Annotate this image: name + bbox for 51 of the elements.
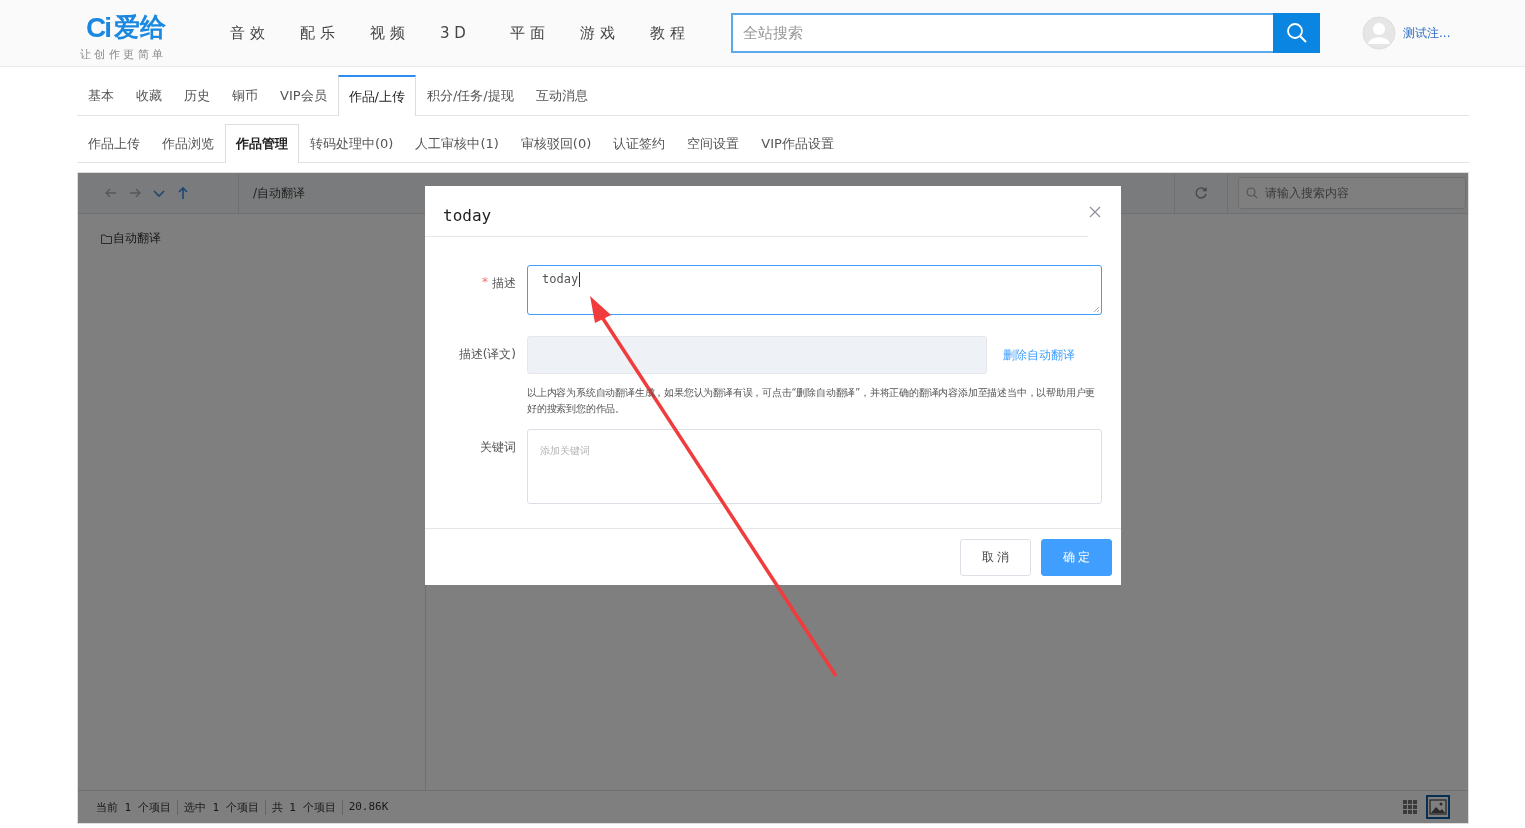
nav-link[interactable]: 游 戏 <box>580 23 617 43</box>
logo-text: 爱给 <box>114 11 166 44</box>
search-field[interactable]: 全站搜索 <box>731 13 1273 53</box>
resize-handle-icon[interactable] <box>1093 306 1100 313</box>
tab[interactable]: 作品管理 <box>225 124 299 163</box>
refresh-icon[interactable] <box>1194 186 1208 200</box>
tab[interactable]: 铜币 <box>221 75 269 116</box>
nav-link[interactable]: 视 频 <box>370 23 407 43</box>
folder-icon <box>101 233 112 244</box>
nav-link[interactable]: 平 面 <box>510 23 547 43</box>
tab[interactable]: VIP作品设置 <box>750 124 845 163</box>
status-text: 当前 1 个项目 <box>96 799 172 815</box>
up-arrow-icon[interactable] <box>176 186 190 200</box>
tab[interactable]: 作品上传 <box>77 124 151 163</box>
search-button[interactable] <box>1273 13 1320 53</box>
tab[interactable]: 作品/上传 <box>337 75 416 116</box>
tab[interactable]: 历史 <box>173 75 221 116</box>
field-label: 关键词 <box>480 439 516 456</box>
close-icon[interactable] <box>1089 206 1101 218</box>
tab[interactable]: 收藏 <box>125 75 173 116</box>
picture-view-button[interactable] <box>1426 795 1450 819</box>
tab[interactable]: 认证签约 <box>602 124 677 163</box>
tab[interactable]: 作品浏览 <box>151 124 225 163</box>
description-field[interactable]: today <box>527 265 1102 315</box>
tab[interactable]: 人工审核中(1) <box>404 124 510 163</box>
dialog-title: today <box>443 205 492 225</box>
tab[interactable]: 基本 <box>77 75 125 116</box>
field-label: 描述(译文) <box>458 346 516 363</box>
cancel-button[interactable]: 取 消 <box>960 538 1031 576</box>
logo-mark: Ci <box>86 11 110 44</box>
status-text: 选中 1 个项目 <box>176 799 265 815</box>
tab[interactable]: 转码处理中(0) <box>299 124 405 163</box>
nav-link[interactable]: 教 程 <box>650 23 687 43</box>
status-text: 共 1 个项目 <box>264 799 342 815</box>
slogan: 让 创 作 更 简 单 <box>80 47 165 62</box>
nav-link[interactable]: 配 乐 <box>300 23 337 43</box>
user-link[interactable]: 测试注... <box>1403 24 1451 42</box>
tab[interactable]: VIP会员 <box>269 75 338 116</box>
field-label: 描述 <box>492 275 516 292</box>
tab[interactable]: 互动消息 <box>524 75 599 116</box>
status-text: 20.86K <box>341 799 395 815</box>
tab[interactable]: 空间设置 <box>676 124 751 163</box>
tree-item[interactable]: 自动翻译 <box>113 230 161 247</box>
search-icon <box>1246 187 1258 199</box>
search-icon <box>1285 22 1308 44</box>
nav-link[interactable]: 3 D <box>440 23 477 43</box>
tab[interactable]: 积分/任务/提现 <box>415 75 525 116</box>
tab[interactable]: 审核驳回(0) <box>509 124 603 163</box>
avatar-icon <box>1362 16 1396 50</box>
required-mark: * <box>482 275 488 289</box>
nav-link[interactable]: 音 效 <box>230 23 267 43</box>
